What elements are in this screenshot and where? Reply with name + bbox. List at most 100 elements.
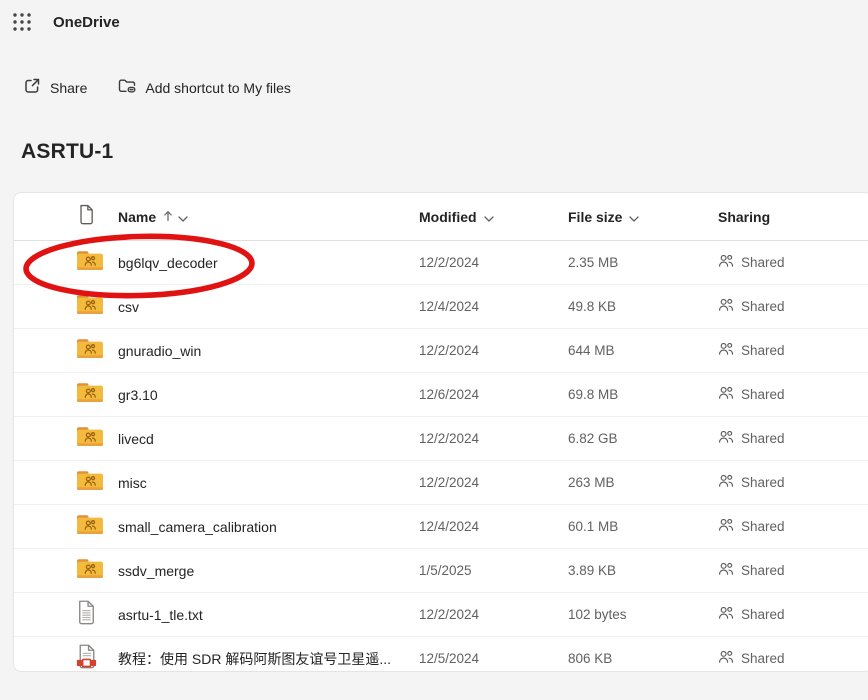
row-sharing[interactable]: Shared: [718, 473, 868, 492]
people-icon: [718, 385, 734, 404]
row-sharing-label: Shared: [741, 519, 785, 534]
row-sharing[interactable]: Shared: [718, 253, 868, 272]
people-icon: [718, 253, 734, 272]
row-modified: 1/5/2025: [419, 563, 568, 578]
people-icon: [718, 517, 734, 536]
row-icon-cell: [14, 425, 118, 453]
row-name[interactable]: livecd: [118, 431, 419, 447]
row-name[interactable]: bg6lqv_decoder: [118, 255, 419, 271]
people-icon: [718, 605, 734, 624]
share-button[interactable]: Share: [20, 74, 89, 101]
row-name[interactable]: csv: [118, 299, 419, 315]
row-modified: 12/4/2024: [419, 519, 568, 534]
shared-folder-icon: [76, 249, 104, 277]
row-name[interactable]: gr3.10: [118, 387, 419, 403]
column-header-sharing-label: Sharing: [718, 209, 770, 225]
row-name[interactable]: ssdv_merge: [118, 563, 419, 579]
chevron-down-icon: [484, 209, 494, 225]
row-sharing-label: Shared: [741, 387, 785, 402]
row-icon-cell: [14, 600, 118, 630]
row-modified: 12/4/2024: [419, 299, 568, 314]
row-size: 49.8 KB: [568, 299, 718, 314]
people-icon: [718, 561, 734, 580]
row-modified: 12/2/2024: [419, 255, 568, 270]
table-row[interactable]: gnuradio_win 12/2/2024 644 MB Shared: [14, 329, 868, 373]
add-shortcut-button-label: Add shortcut to My files: [145, 80, 291, 96]
row-name[interactable]: asrtu-1_tle.txt: [118, 607, 419, 623]
video-file-icon: [76, 644, 98, 674]
row-modified: 12/5/2024: [419, 651, 568, 666]
people-icon: [718, 341, 734, 360]
table-row[interactable]: misc 12/2/2024 263 MB Shared: [14, 461, 868, 505]
row-sharing[interactable]: Shared: [718, 297, 868, 316]
column-header-file-size[interactable]: File size: [568, 209, 718, 225]
share-button-label: Share: [50, 80, 87, 96]
file-list: bg6lqv_decoder 12/2/2024 2.35 MB Shared: [14, 241, 868, 680]
file-type-column-icon-cell[interactable]: [14, 204, 118, 230]
row-sharing[interactable]: Shared: [718, 429, 868, 448]
row-sharing-label: Shared: [741, 475, 785, 490]
row-modified: 12/2/2024: [419, 431, 568, 446]
row-icon-cell: [14, 557, 118, 585]
sort-ascending-icon: [163, 209, 173, 225]
app-bar: OneDrive: [0, 0, 868, 44]
shared-folder-icon: [76, 293, 104, 321]
row-sharing[interactable]: Shared: [718, 605, 868, 624]
table-row[interactable]: asrtu-1_tle.txt 12/2/2024 102 bytes Shar…: [14, 593, 868, 637]
row-sharing[interactable]: Shared: [718, 561, 868, 580]
row-icon-cell: [14, 644, 118, 674]
row-name[interactable]: 教程：使用 SDR 解码阿斯图友谊号卫星遥...: [118, 649, 419, 669]
row-size: 6.82 GB: [568, 431, 718, 446]
row-size: 263 MB: [568, 475, 718, 490]
row-sharing-label: Shared: [741, 563, 785, 578]
table-row[interactable]: ssdv_merge 1/5/2025 3.89 KB Shared: [14, 549, 868, 593]
chevron-down-icon: [629, 209, 639, 225]
chevron-down-icon: [178, 209, 188, 225]
row-size: 69.8 MB: [568, 387, 718, 402]
column-header-modified-label: Modified: [419, 209, 477, 225]
app-launcher-icon[interactable]: [10, 10, 34, 34]
row-sharing[interactable]: Shared: [718, 649, 868, 668]
app-title[interactable]: OneDrive: [53, 14, 120, 31]
text-file-icon: [76, 600, 97, 630]
row-name[interactable]: small_camera_calibration: [118, 519, 419, 535]
row-name[interactable]: misc: [118, 475, 419, 491]
file-list-card: Name Modified: [13, 192, 868, 672]
row-icon-cell: [14, 293, 118, 321]
table-row[interactable]: 教程：使用 SDR 解码阿斯图友谊号卫星遥... 12/5/2024 806 K…: [14, 637, 868, 680]
column-header-sharing[interactable]: Sharing: [718, 209, 868, 225]
row-icon-cell: [14, 513, 118, 541]
people-icon: [718, 429, 734, 448]
row-icon-cell: [14, 469, 118, 497]
shared-folder-icon: [76, 337, 104, 365]
column-header-name[interactable]: Name: [118, 209, 419, 225]
row-sharing[interactable]: Shared: [718, 385, 868, 404]
row-sharing[interactable]: Shared: [718, 341, 868, 360]
row-icon-cell: [14, 249, 118, 277]
table-row[interactable]: bg6lqv_decoder 12/2/2024 2.35 MB Shared: [14, 241, 868, 285]
people-icon: [718, 473, 734, 492]
people-icon: [718, 649, 734, 668]
list-header-row: Name Modified: [14, 193, 868, 241]
table-row[interactable]: gr3.10 12/6/2024 69.8 MB Shared: [14, 373, 868, 417]
table-row[interactable]: small_camera_calibration 12/4/2024 60.1 …: [14, 505, 868, 549]
column-header-modified[interactable]: Modified: [419, 209, 568, 225]
add-shortcut-button[interactable]: Add shortcut to My files: [115, 74, 293, 101]
table-row[interactable]: livecd 12/2/2024 6.82 GB Shared: [14, 417, 868, 461]
column-header-file-size-label: File size: [568, 209, 622, 225]
page-title: ASRTU-1: [21, 140, 113, 164]
folder-shortcut-icon: [117, 76, 137, 99]
row-size: 644 MB: [568, 343, 718, 358]
row-name[interactable]: gnuradio_win: [118, 343, 419, 359]
column-header-name-label: Name: [118, 209, 156, 225]
shared-folder-icon: [76, 469, 104, 497]
row-sharing-label: Shared: [741, 651, 785, 666]
row-sharing[interactable]: Shared: [718, 517, 868, 536]
people-icon: [718, 297, 734, 316]
share-icon: [22, 76, 42, 99]
command-toolbar: Share Add shortcut to My files: [20, 74, 293, 101]
table-row[interactable]: csv 12/4/2024 49.8 KB Shared: [14, 285, 868, 329]
row-modified: 12/2/2024: [419, 607, 568, 622]
row-size: 60.1 MB: [568, 519, 718, 534]
row-icon-cell: [14, 381, 118, 409]
